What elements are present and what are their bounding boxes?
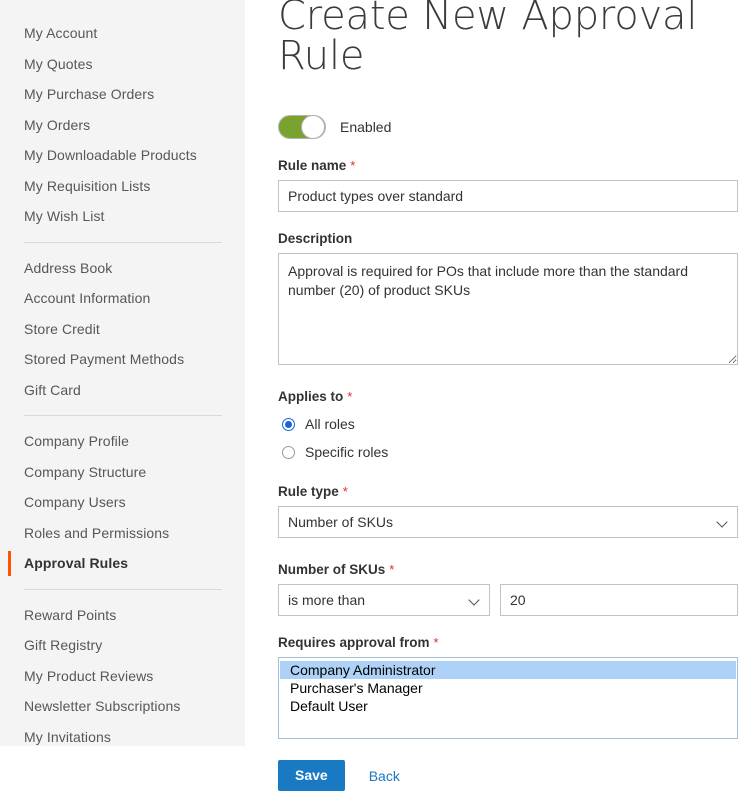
radio-option-all-roles[interactable]: All roles [278,411,750,437]
sidebar-item-my-downloadable-products[interactable]: My Downloadable Products [0,140,245,171]
page-root: My Account My Quotes My Purchase Orders … [0,0,750,797]
requires-approval-from-listbox[interactable]: Company Administrator Purchaser's Manage… [278,657,738,739]
sidebar-item-company-users[interactable]: Company Users [0,487,245,518]
sidebar-item-address-book[interactable]: Address Book [0,253,245,284]
applies-to-label: Applies to* [278,389,750,404]
sidebar-item-roles-and-permissions[interactable]: Roles and Permissions [0,518,245,549]
number-of-skus-label: Number of SKUs* [278,562,750,577]
main-content: Create New Approval Rule Enabled Rule na… [278,0,750,797]
enabled-toggle[interactable] [278,115,326,139]
sidebar-item-company-profile[interactable]: Company Profile [0,426,245,457]
sidebar-divider [24,415,222,416]
required-asterisk: * [389,562,394,577]
toggle-knob [301,115,325,139]
form-actions: Save Back [278,760,750,791]
sidebar-group-account: My Account My Quotes My Purchase Orders … [0,18,245,232]
rule-type-field: Rule type* Number of SKUs [278,484,750,543]
sidebar-item-gift-registry[interactable]: Gift Registry [0,630,245,661]
sidebar-group-company: Company Profile Company Structure Compan… [0,426,245,579]
enabled-toggle-label: Enabled [340,119,391,135]
sidebar-item-reward-points[interactable]: Reward Points [0,600,245,631]
rule-name-field: Rule name* [278,158,750,212]
sku-amount-input[interactable] [500,584,738,616]
save-button[interactable]: Save [278,760,345,791]
enabled-toggle-row: Enabled [278,115,750,139]
sidebar-group-settings: Address Book Account Information Store C… [0,253,245,406]
rule-name-label: Rule name* [278,158,750,173]
radio-all-roles-label: All roles [305,416,355,432]
sidebar-item-my-purchase-orders[interactable]: My Purchase Orders [0,79,245,110]
operator-select-wrap: is more than [278,584,490,616]
radio-specific-roles-label: Specific roles [305,444,388,460]
radio-option-specific-roles[interactable]: Specific roles [278,439,750,465]
listbox-option-company-administrator[interactable]: Company Administrator [280,661,736,679]
sidebar-item-my-invitations[interactable]: My Invitations [0,722,245,753]
required-asterisk: * [350,158,355,173]
sidebar-item-company-structure[interactable]: Company Structure [0,457,245,488]
sidebar-item-store-credit[interactable]: Store Credit [0,314,245,345]
radio-specific-roles[interactable] [282,446,295,459]
sidebar-divider [24,242,222,243]
requires-approval-from-label: Requires approval from* [278,635,750,650]
required-asterisk: * [434,635,439,650]
sidebar-item-my-product-reviews[interactable]: My Product Reviews [0,661,245,692]
page-title: Create New Approval Rule [278,0,750,76]
applies-to-field: Applies to* All roles Specific roles [278,389,750,465]
rule-type-label: Rule type* [278,484,750,499]
sidebar-item-newsletter-subscriptions[interactable]: Newsletter Subscriptions [0,691,245,722]
required-asterisk: * [347,389,352,404]
listbox-option-purchasers-manager[interactable]: Purchaser's Manager [280,679,736,697]
rule-name-input[interactable] [278,180,738,212]
requires-approval-from-field: Requires approval from* Company Administ… [278,635,750,739]
description-label: Description [278,231,750,246]
listbox-option-default-user[interactable]: Default User [280,697,736,715]
account-sidebar: My Account My Quotes My Purchase Orders … [0,0,245,746]
description-field: Description Approval is required for POs… [278,231,750,370]
required-asterisk: * [343,484,348,499]
back-link[interactable]: Back [369,768,400,784]
sidebar-item-stored-payment-methods[interactable]: Stored Payment Methods [0,344,245,375]
sidebar-group-extras: Reward Points Gift Registry My Product R… [0,600,245,753]
radio-all-roles[interactable] [282,418,295,431]
sidebar-item-my-account[interactable]: My Account [0,18,245,49]
sidebar-item-approval-rules[interactable]: Approval Rules [0,548,245,579]
description-textarea[interactable]: Approval is required for POs that includ… [278,253,738,365]
number-of-skus-field: Number of SKUs* is more than [278,562,750,616]
rule-type-select-wrap: Number of SKUs [278,506,738,538]
sidebar-item-my-orders[interactable]: My Orders [0,110,245,141]
sidebar-item-account-information[interactable]: Account Information [0,283,245,314]
operator-select[interactable]: is more than [278,584,490,616]
sidebar-item-my-quotes[interactable]: My Quotes [0,49,245,80]
sidebar-item-my-wish-list[interactable]: My Wish List [0,201,245,232]
sidebar-item-my-requisition-lists[interactable]: My Requisition Lists [0,171,245,202]
sidebar-item-gift-card[interactable]: Gift Card [0,375,245,406]
rule-type-select[interactable]: Number of SKUs [278,506,738,538]
number-of-skus-row: is more than [278,584,750,616]
sidebar-divider [24,589,222,590]
